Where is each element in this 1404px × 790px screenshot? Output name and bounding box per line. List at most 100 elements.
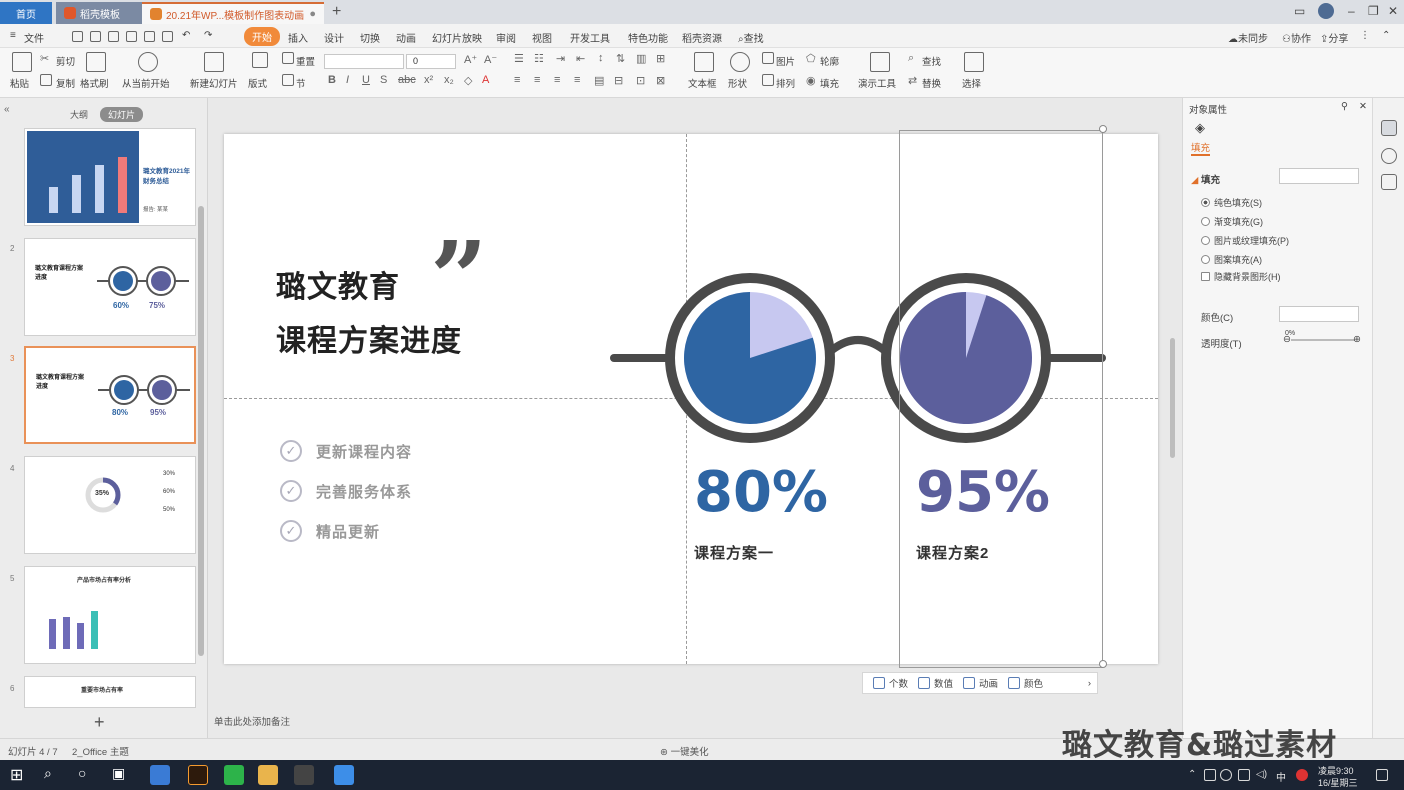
- color-dropdown[interactable]: [1279, 306, 1359, 322]
- open-folder-icon[interactable]: [90, 31, 101, 42]
- fill-bucket-icon[interactable]: ◉: [806, 74, 816, 87]
- slide-thumbnail-5[interactable]: 产品市场占有率分析: [24, 566, 196, 664]
- wps-icon[interactable]: [334, 765, 354, 785]
- fill-tab[interactable]: 填充: [1191, 140, 1211, 156]
- sogou-ime-icon[interactable]: [1296, 769, 1308, 781]
- menu-file[interactable]: 文件: [24, 30, 44, 45]
- text-align-icon[interactable]: ⊡: [636, 74, 645, 87]
- collab-button[interactable]: ⚇协作: [1282, 30, 1311, 45]
- reset-button[interactable]: 重置: [296, 54, 315, 68]
- menu-animation[interactable]: 动画: [396, 30, 416, 45]
- slide-thumbnail-3-selected[interactable]: 璐文教育课程方案进度 80% 95%: [24, 346, 196, 444]
- outline-button[interactable]: 轮廓: [820, 54, 839, 68]
- copy-icon[interactable]: [40, 74, 52, 86]
- picture-icon[interactable]: [762, 52, 774, 64]
- italic-icon[interactable]: I: [346, 74, 349, 86]
- slide-thumbnail-1[interactable]: 璐文教育2021年财务总结 报告: 某某: [24, 128, 196, 226]
- text-direction-icon[interactable]: ⇅: [616, 52, 625, 65]
- windows-start-icon[interactable]: ⊞: [10, 765, 30, 785]
- cortana-icon[interactable]: ○: [78, 765, 98, 785]
- transparency-slider[interactable]: [1291, 339, 1355, 341]
- tab-close-icon[interactable]: ●: [309, 8, 316, 20]
- collapse-ribbon-icon[interactable]: ⌃: [1382, 30, 1390, 41]
- checklist-item[interactable]: ✓ 完善服务体系: [280, 480, 412, 502]
- collapse-pane-icon[interactable]: «: [4, 104, 10, 115]
- textbox-button[interactable]: 文本框: [688, 76, 717, 90]
- smartart-icon[interactable]: ⊞: [656, 52, 665, 65]
- shape-button[interactable]: 形状: [728, 76, 747, 90]
- slides-pane-scrollbar[interactable]: [198, 206, 204, 656]
- tray-app-icon[interactable]: [1238, 769, 1250, 781]
- checklist-item[interactable]: ✓ 精品更新: [280, 520, 380, 542]
- user-avatar[interactable]: [1318, 3, 1334, 19]
- outdent-icon[interactable]: ⇤: [576, 52, 585, 65]
- shape-icon[interactable]: [730, 52, 750, 72]
- slide-title-line-1[interactable]: 璐文教育: [276, 262, 400, 306]
- numbering-icon[interactable]: ☷: [534, 52, 544, 65]
- value-button[interactable]: 数值: [918, 676, 953, 690]
- tray-app-icon[interactable]: [1220, 769, 1232, 781]
- increase-font-icon[interactable]: A⁺: [464, 53, 477, 66]
- tab-home[interactable]: 首页: [0, 2, 52, 24]
- radio-picture-fill[interactable]: 图片或纹理填充(P): [1201, 234, 1289, 247]
- pin-icon[interactable]: ⚲: [1341, 101, 1348, 112]
- taskbar-app-icon[interactable]: [294, 765, 314, 785]
- fill-section-header[interactable]: ◢ 填充: [1191, 172, 1220, 186]
- copy-button[interactable]: 复制: [56, 76, 75, 90]
- arrange-button[interactable]: 排列: [776, 76, 795, 90]
- share-button[interactable]: ⇪分享: [1320, 30, 1348, 45]
- hamburger-icon[interactable]: ≡: [10, 30, 16, 41]
- count-button[interactable]: 个数: [873, 676, 908, 690]
- checklist-item[interactable]: ✓ 更新课程内容: [280, 440, 412, 462]
- file-explorer-icon[interactable]: [258, 765, 278, 785]
- sync-status[interactable]: ☁未同步: [1228, 30, 1268, 45]
- new-slide-icon[interactable]: [204, 52, 224, 72]
- superscript-icon[interactable]: x²: [424, 74, 433, 86]
- menu-search[interactable]: ⌕查找: [738, 30, 764, 45]
- indent-icon[interactable]: ⇥: [556, 52, 565, 65]
- illustrator-icon[interactable]: [188, 765, 208, 785]
- menu-review[interactable]: 审阅: [496, 30, 516, 45]
- bold-icon[interactable]: B: [328, 74, 336, 86]
- justify-icon[interactable]: ≡: [574, 74, 580, 86]
- tab-slides[interactable]: 幻灯片: [100, 107, 144, 122]
- minimize-icon[interactable]: –: [1348, 4, 1355, 18]
- window-close-icon[interactable]: ✕: [1388, 4, 1398, 18]
- font-size-select[interactable]: 0: [406, 54, 456, 69]
- undo-icon[interactable]: ↶: [182, 30, 190, 41]
- properties-toggle-icon[interactable]: [1381, 120, 1397, 136]
- replace-icon[interactable]: ⇄: [908, 74, 917, 87]
- bullets-icon[interactable]: ☰: [514, 52, 524, 65]
- notification-icon[interactable]: [1376, 769, 1388, 781]
- taskbar-app-icon[interactable]: [150, 765, 170, 785]
- volume-icon[interactable]: ◁): [1256, 769, 1268, 781]
- strikethrough-icon[interactable]: abc: [398, 74, 416, 86]
- fill-button[interactable]: 填充: [820, 76, 839, 90]
- menu-features[interactable]: 特色功能: [628, 30, 668, 45]
- canvas-scrollbar[interactable]: [1170, 338, 1175, 458]
- beautify-button[interactable]: ⊛ 一键美化: [660, 744, 709, 758]
- columns-icon[interactable]: ▥: [636, 52, 646, 65]
- tray-chevron-icon[interactable]: ⌃: [1188, 769, 1200, 781]
- find-button[interactable]: 查找: [922, 54, 941, 68]
- wechat-icon[interactable]: [224, 765, 244, 785]
- taskbar-search-icon[interactable]: ⌕: [44, 765, 64, 785]
- menu-design[interactable]: 设计: [324, 30, 344, 45]
- from-current-button[interactable]: 从当前开始: [122, 76, 170, 90]
- radio-solid-fill[interactable]: 纯色填充(S): [1201, 196, 1262, 209]
- tab-templates[interactable]: 稻壳模板: [56, 2, 142, 24]
- menu-transition[interactable]: 切换: [360, 30, 380, 45]
- convert-icon[interactable]: ⊠: [656, 74, 665, 87]
- arrange-icon[interactable]: [762, 74, 774, 86]
- font-name-select[interactable]: [324, 54, 404, 69]
- paste-icon[interactable]: [12, 52, 32, 72]
- replace-button[interactable]: 替换: [922, 76, 941, 90]
- resize-handle[interactable]: [1099, 125, 1107, 133]
- reset-icon[interactable]: [282, 52, 294, 64]
- slide-thumbnail-4[interactable]: 35% 30% 60% 50%: [24, 456, 196, 554]
- align-center-icon[interactable]: ≡: [534, 74, 540, 86]
- menu-home[interactable]: 开始: [244, 27, 280, 46]
- decrease-font-icon[interactable]: A⁻: [484, 53, 497, 66]
- export-pdf-icon[interactable]: [126, 31, 137, 42]
- glasses-progress-graphic[interactable]: [610, 270, 1106, 450]
